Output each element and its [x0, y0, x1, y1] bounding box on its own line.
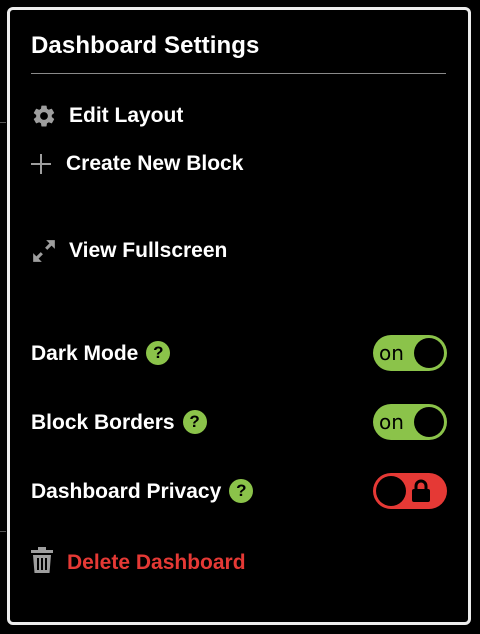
edge-tick-top [0, 122, 6, 123]
plus-icon [31, 150, 56, 178]
toggle-knob [414, 407, 444, 437]
edge-tick-bottom [0, 531, 6, 532]
dashboard-privacy-setting: Dashboard Privacy ? [31, 472, 447, 512]
block-borders-help-icon[interactable]: ? [182, 410, 207, 434]
block-borders-toggle[interactable]: on [373, 404, 447, 440]
create-new-block-label: Create New Block [66, 152, 244, 175]
delete-dashboard-label: Delete Dashboard [67, 550, 246, 574]
dark-mode-label: Dark Mode [31, 342, 139, 365]
panel-title: Dashboard Settings [31, 32, 260, 59]
dark-mode-setting: Dark Mode ? on [31, 334, 447, 374]
dashboard-settings-panel: Dashboard Settings Edit Layout Create Ne… [7, 7, 471, 625]
block-borders-toggle-state: on [379, 410, 404, 434]
expand-icon [31, 237, 59, 265]
view-fullscreen-label: View Fullscreen [69, 239, 228, 262]
block-borders-setting: Block Borders ? on [31, 403, 447, 443]
edit-layout-label: Edit Layout [69, 104, 184, 127]
dark-mode-help-icon[interactable]: ? [146, 341, 171, 365]
view-fullscreen-item[interactable]: View Fullscreen [31, 237, 227, 265]
dashboard-privacy-label: Dashboard Privacy [31, 480, 222, 503]
block-borders-label: Block Borders [31, 411, 175, 434]
toggle-knob [414, 338, 444, 368]
delete-dashboard-item[interactable]: Delete Dashboard [31, 547, 246, 578]
title-divider [31, 73, 446, 74]
trash-icon [31, 547, 53, 578]
dashboard-privacy-help-icon[interactable]: ? [229, 479, 254, 503]
dark-mode-toggle[interactable]: on [373, 335, 447, 371]
edit-layout-item[interactable]: Edit Layout [31, 102, 183, 130]
gear-icon [31, 102, 59, 130]
dashboard-privacy-toggle[interactable] [373, 473, 447, 509]
toggle-knob [376, 476, 406, 506]
lock-icon [412, 479, 430, 502]
dark-mode-toggle-state: on [379, 341, 404, 365]
create-new-block-item[interactable]: Create New Block [31, 150, 243, 178]
